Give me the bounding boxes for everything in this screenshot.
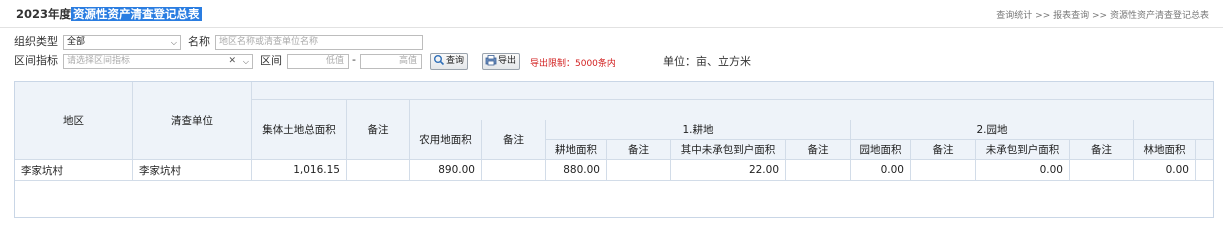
table-row-unit[interactable]: 李家坑村: [133, 160, 252, 181]
export-limit-note: 导出限制：5000条内: [530, 59, 616, 69]
name-label: 名称: [188, 35, 210, 48]
header-garden-area[interactable]: 园地面积: [851, 140, 911, 160]
chevron-down-icon: ⌵: [242, 57, 249, 66]
table-row-region[interactable]: 李家坑村: [15, 160, 133, 181]
range-high-input[interactable]: 高值: [360, 54, 422, 69]
export-button[interactable]: 导出: [482, 53, 521, 70]
unit-text: 单位：亩、立方米: [663, 55, 751, 68]
breadcrumb-item-report-query[interactable]: 报表查询: [1053, 11, 1089, 21]
header-collective-remark: 备注: [347, 100, 410, 160]
breadcrumb-item-query-stats[interactable]: 查询统计: [996, 11, 1032, 21]
range-indicator-placeholder: 请选择区间指标: [67, 56, 131, 66]
chevron-down-icon: ⌵: [170, 38, 177, 47]
breadcrumb-item-current: 资源性资产清查登记总表: [1109, 11, 1209, 21]
table-row-collective-total: 1,016.15: [252, 160, 347, 181]
org-type-value: 全部: [67, 37, 86, 47]
export-icon: [485, 55, 497, 66]
header-uncontracted-area[interactable]: 其中未承包到户面积: [671, 140, 786, 160]
header-cultivated-remark: 备注: [607, 140, 671, 160]
org-type-label: 组织类型: [14, 35, 58, 48]
header-garden-uncontracted[interactable]: 未承包到户面积: [976, 140, 1070, 160]
header-unit[interactable]: 清查单位: [133, 82, 252, 160]
table-row-forest-remark-partial: [1196, 160, 1213, 181]
title-bar: 2023年度 资源性资产清查登记总表 查询统计 >> 报表查询 >> 资源性资产清…: [0, 0, 1223, 28]
data-table: 地区 清查单位 集体土地总面积 备注 农用地面积 备注 1.耕地 2.园地 耕地…: [14, 81, 1214, 218]
header-region[interactable]: 地区: [15, 82, 133, 160]
range-indicator-label: 区间指标: [14, 54, 58, 67]
table-row-farmland-remark: [482, 160, 546, 181]
header-collective-total[interactable]: 集体土地总面积: [252, 100, 347, 160]
table-row-garden-uncontracted: 0.00: [976, 160, 1070, 181]
header-group-forest: [1134, 120, 1213, 140]
page-title: 2023年度 资源性资产清查登记总表: [16, 4, 202, 24]
range-label: 区间: [260, 54, 282, 67]
breadcrumb-separator: >>: [1035, 11, 1051, 21]
table-row-farmland-area: 890.00: [410, 160, 482, 181]
table-row-uncontracted-remark: [786, 160, 851, 181]
header-group-garden: 2.园地: [851, 120, 1134, 140]
table-row-uncontracted-area: 22.00: [671, 160, 786, 181]
table-row-garden-remark: [911, 160, 976, 181]
table-row-cultivated-remark: [607, 160, 671, 181]
header-forest-area[interactable]: 林地面积: [1134, 140, 1196, 160]
header-farmland-area[interactable]: 农用地面积: [410, 120, 482, 160]
table-row-cultivated-area: 880.00: [546, 160, 607, 181]
range-indicator-select[interactable]: 请选择区间指标 ✕ ⌵: [63, 54, 253, 69]
name-input[interactable]: 地区名称或清查单位名称: [215, 35, 423, 50]
header-garden-remark: 备注: [911, 140, 976, 160]
range-dash: -: [352, 53, 356, 66]
breadcrumb-separator: >>: [1092, 11, 1108, 21]
header-cultivated-area[interactable]: 耕地面积: [546, 140, 607, 160]
report-title: 资源性资产清查登记总表: [71, 7, 202, 21]
export-button-label: 导出: [498, 56, 517, 66]
search-icon: [434, 55, 445, 66]
header-garden-uncontracted-remark: 备注: [1070, 140, 1134, 160]
org-type-select[interactable]: 全部 ⌵: [63, 35, 181, 50]
query-button[interactable]: 查询: [430, 53, 469, 70]
year-label: 2023年度: [16, 7, 72, 21]
table-row-collective-remark: [347, 160, 410, 181]
query-button-label: 查询: [446, 56, 465, 66]
header-forest-remark-partial: [1196, 140, 1213, 160]
table-row-garden-uncontracted-remark: [1070, 160, 1134, 181]
clear-icon[interactable]: ✕: [228, 55, 236, 68]
header-farmland-remark: 备注: [482, 120, 546, 160]
table-row-garden-area: 0.00: [851, 160, 911, 181]
header-uncontracted-remark: 备注: [786, 140, 851, 160]
breadcrumb: 查询统计 >> 报表查询 >> 资源性资产清查登记总表: [996, 8, 1209, 21]
table-row-forest-area: 0.00: [1134, 160, 1196, 181]
range-low-input[interactable]: 低值: [287, 54, 349, 69]
header-group-farmland: 1.耕地: [546, 120, 851, 140]
